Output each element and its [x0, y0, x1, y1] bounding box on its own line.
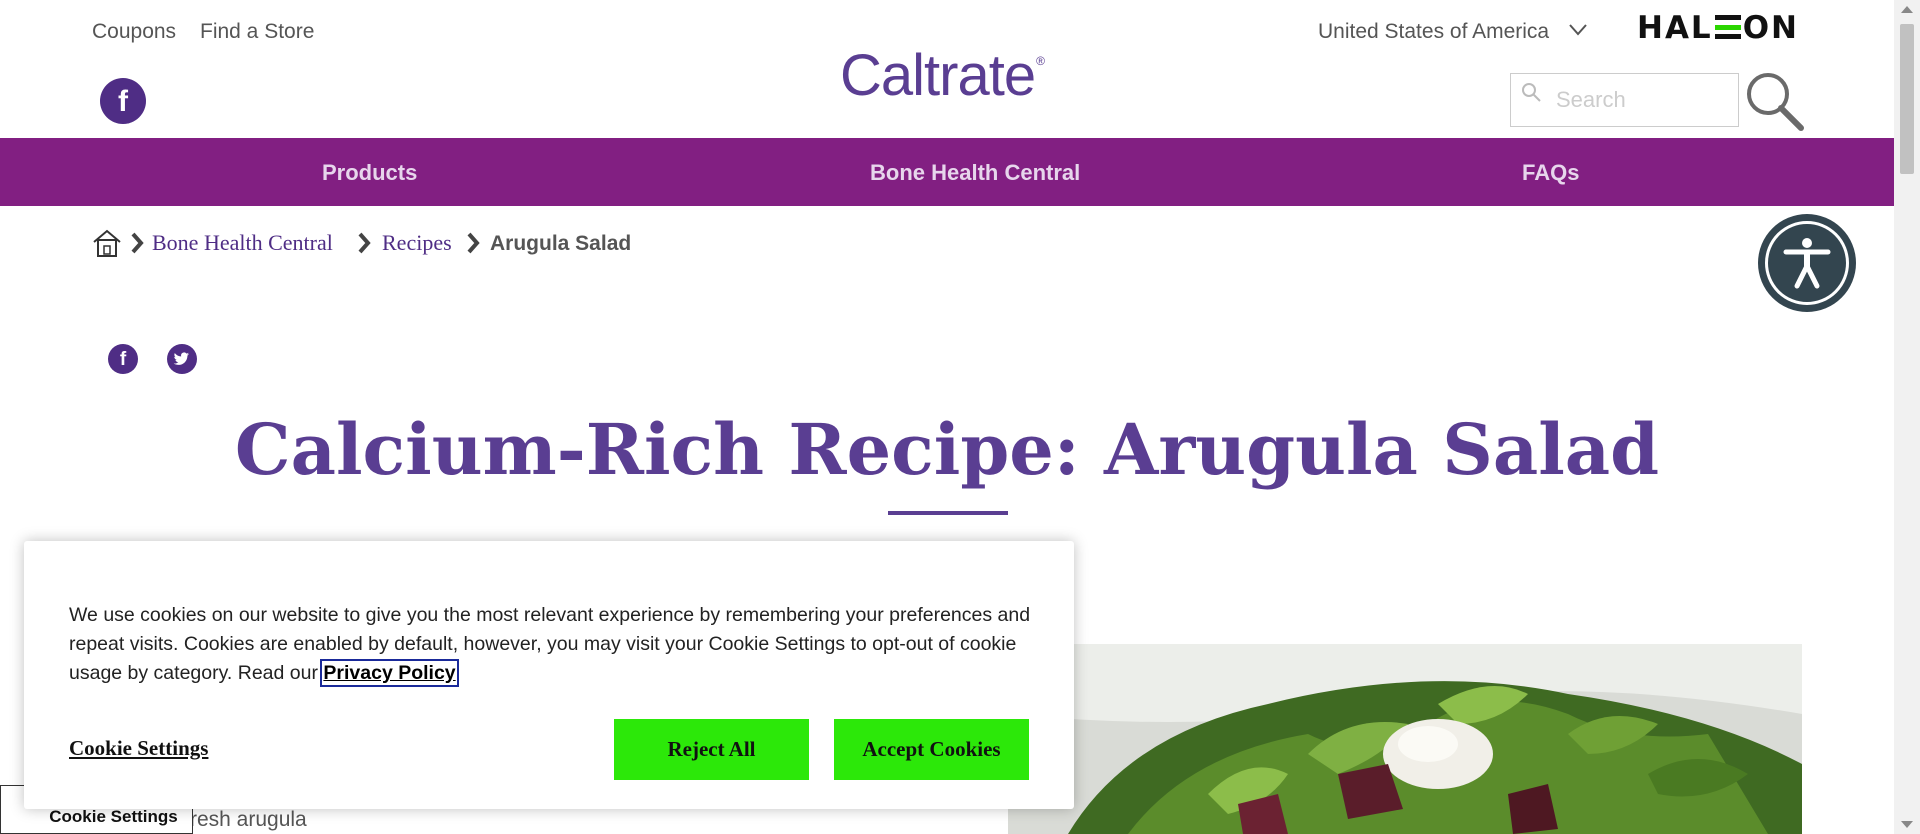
breadcrumb-chevron-icon — [131, 232, 144, 254]
salad-image — [1008, 644, 1802, 834]
country-selector[interactable]: United States of America — [1318, 20, 1549, 44]
ingredient-text: resh arugula — [190, 808, 307, 831]
accessibility-button[interactable] — [1758, 214, 1856, 312]
logo-registered-mark: ® — [1036, 54, 1045, 68]
search-input[interactable] — [1556, 84, 1726, 116]
search-icon — [1522, 83, 1541, 102]
haleon-logo: HAL ON — [1637, 10, 1800, 46]
title-divider — [888, 511, 1008, 515]
page-scrollbar[interactable] — [1894, 0, 1920, 834]
facebook-share-icon[interactable]: f — [108, 344, 138, 374]
breadcrumb-chevron-icon — [467, 232, 480, 254]
facebook-icon[interactable]: f — [100, 78, 146, 124]
scroll-down-arrow-icon[interactable] — [1901, 821, 1913, 828]
breadcrumb-bone-health-central[interactable]: Bone Health Central — [152, 230, 333, 256]
breadcrumb-current: Arugula Salad — [490, 232, 632, 255]
salad-illustration — [1008, 644, 1802, 834]
twitter-share-icon[interactable] — [167, 344, 197, 374]
search-field[interactable] — [1510, 73, 1739, 127]
scroll-up-arrow-icon[interactable] — [1901, 6, 1913, 13]
breadcrumb-recipes[interactable]: Recipes — [382, 230, 452, 256]
accessibility-icon — [1783, 238, 1831, 289]
privacy-policy-link[interactable]: Privacy Policy — [320, 659, 459, 687]
cookie-banner: We use cookies on our website to give yo… — [24, 541, 1074, 809]
cookie-message: We use cookies on our website to give yo… — [69, 604, 1031, 684]
accept-cookies-button[interactable]: Accept Cookies — [834, 719, 1029, 780]
scrollbar-thumb[interactable] — [1900, 24, 1914, 174]
nav-item-bone-health-central[interactable]: Bone Health Central — [870, 160, 1080, 186]
reject-all-button[interactable]: Reject All — [614, 719, 809, 780]
logo-text: Caltrate — [840, 43, 1036, 108]
find-store-link[interactable]: Find a Store — [200, 20, 314, 44]
search-submit-icon[interactable] — [1744, 70, 1806, 132]
nav-item-products[interactable]: Products — [322, 160, 417, 186]
cookie-settings-link[interactable]: Cookie Settings — [69, 736, 208, 761]
coupons-link[interactable]: Coupons — [92, 20, 176, 44]
home-icon[interactable] — [92, 228, 122, 258]
main-nav: Products Bone Health Central FAQs — [0, 138, 1894, 206]
breadcrumb-chevron-icon — [358, 232, 371, 254]
nav-item-faqs[interactable]: FAQs — [1522, 160, 1579, 186]
caltrate-logo[interactable]: Caltrate® — [840, 42, 1045, 109]
cookie-banner-text: We use cookies on our website to give yo… — [69, 601, 1039, 688]
page-title: Calcium-Rich Recipe: Arugula Salad — [234, 408, 1660, 491]
chevron-down-icon[interactable] — [1568, 22, 1588, 38]
twitter-bird-icon — [173, 352, 189, 365]
